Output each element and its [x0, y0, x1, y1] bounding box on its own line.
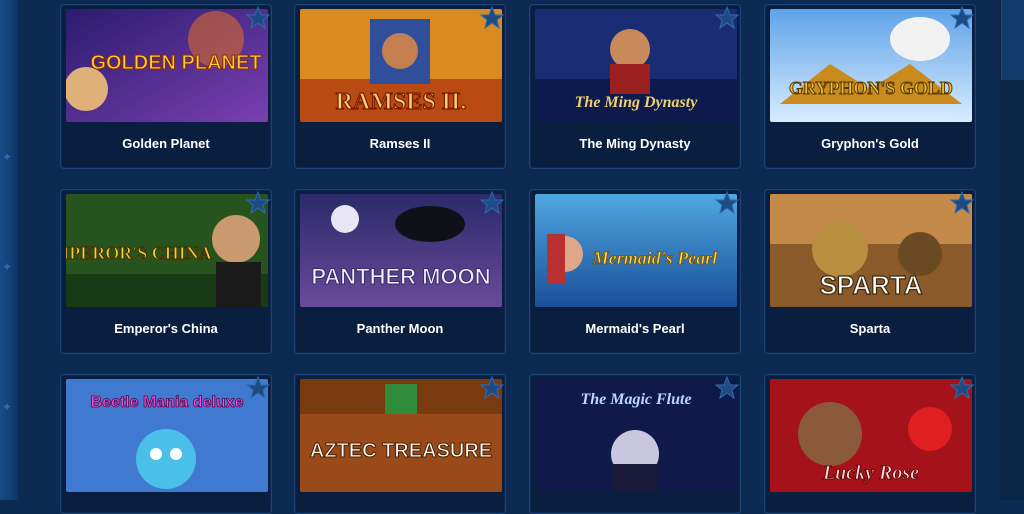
game-thumbnail[interactable]: Lucky Rose	[770, 379, 972, 492]
star-icon[interactable]	[243, 3, 273, 33]
star-decoration-icon: ✦	[2, 150, 13, 164]
star-icon[interactable]	[712, 188, 742, 218]
art-text: EMPEROR'S CHINA	[66, 243, 212, 263]
game-title[interactable]: Ramses II	[295, 136, 505, 151]
game-thumbnail[interactable]: The Ming Dynasty	[535, 9, 737, 122]
game-thumbnail[interactable]: GOLDEN PLANET	[66, 9, 268, 122]
right-panel-tab	[1001, 0, 1024, 80]
star-icon[interactable]	[947, 3, 977, 33]
art-text: The Ming Dynasty	[575, 94, 699, 111]
game-thumbnail[interactable]: EMPEROR'S CHINA	[66, 194, 268, 307]
star-icon[interactable]	[477, 188, 507, 218]
art-text: GRYPHON'S GOLD	[789, 78, 953, 98]
star-decoration-icon: ✦	[2, 400, 13, 414]
game-card-beetle-mania[interactable]: Beetle Mania deluxe	[60, 374, 272, 514]
game-card-ramses-ii[interactable]: RAMSES II. Ramses II	[294, 4, 506, 169]
game-title[interactable]: Gryphon's Gold	[765, 136, 975, 151]
game-card-the-ming-dynasty[interactable]: The Ming Dynasty The Ming Dynasty	[529, 4, 741, 169]
art-text: The Magic Flute	[580, 391, 691, 408]
star-icon[interactable]	[712, 373, 742, 403]
game-card-sparta[interactable]: SPARTA Sparta	[764, 189, 976, 354]
game-thumbnail[interactable]: Mermaid's Pearl	[535, 194, 737, 307]
right-side-panel	[1000, 0, 1024, 500]
left-side-decoration: ✦ ✦ ✦	[0, 0, 18, 500]
game-thumbnail[interactable]: SPARTA	[770, 194, 972, 307]
game-thumbnail[interactable]: PANTHER MOON	[300, 194, 502, 307]
game-title[interactable]: The Ming Dynasty	[530, 136, 740, 151]
game-title[interactable]: Sparta	[765, 321, 975, 336]
game-thumbnail[interactable]: Beetle Mania deluxe	[66, 379, 268, 492]
game-title[interactable]: Panther Moon	[295, 321, 505, 336]
game-thumbnail[interactable]: AZTEC TREASURE	[300, 379, 502, 492]
game-card-lucky-rose[interactable]: Lucky Rose	[764, 374, 976, 514]
star-decoration-icon: ✦	[2, 260, 13, 274]
art-text: PANTHER MOON	[311, 264, 490, 289]
game-thumbnail[interactable]: RAMSES II.	[300, 9, 502, 122]
art-text: Lucky Rose	[822, 462, 919, 484]
art-text: SPARTA	[819, 270, 922, 300]
star-icon[interactable]	[947, 188, 977, 218]
game-title[interactable]: Mermaid's Pearl	[530, 321, 740, 336]
art-text: GOLDEN PLANET	[90, 52, 261, 74]
art-text: Mermaid's Pearl	[592, 248, 718, 268]
game-card-golden-planet[interactable]: GOLDEN PLANET Golden Planet	[60, 4, 272, 169]
game-title[interactable]: Emperor's China	[61, 321, 271, 336]
star-icon[interactable]	[477, 373, 507, 403]
game-thumbnail[interactable]: GRYPHON'S GOLD	[770, 9, 972, 122]
game-card-gryphons-gold[interactable]: GRYPHON'S GOLD Gryphon's Gold	[764, 4, 976, 169]
game-title[interactable]: Golden Planet	[61, 136, 271, 151]
game-thumbnail[interactable]: The Magic Flute	[535, 379, 737, 492]
star-icon[interactable]	[712, 3, 742, 33]
game-card-emperors-china[interactable]: EMPEROR'S CHINA Emperor's China	[60, 189, 272, 354]
star-icon[interactable]	[243, 373, 273, 403]
game-card-the-magic-flute[interactable]: The Magic Flute	[529, 374, 741, 514]
art-text: RAMSES II.	[336, 89, 467, 115]
art-text: AZTEC TREASURE	[310, 440, 492, 462]
game-card-mermaids-pearl[interactable]: Mermaid's Pearl Mermaid's Pearl	[529, 189, 741, 354]
star-icon[interactable]	[477, 3, 507, 33]
star-icon[interactable]	[947, 373, 977, 403]
game-card-aztec-treasure[interactable]: AZTEC TREASURE	[294, 374, 506, 514]
star-icon[interactable]	[243, 188, 273, 218]
game-card-panther-moon[interactable]: PANTHER MOON Panther Moon	[294, 189, 506, 354]
art-text: Beetle Mania deluxe	[91, 394, 244, 411]
